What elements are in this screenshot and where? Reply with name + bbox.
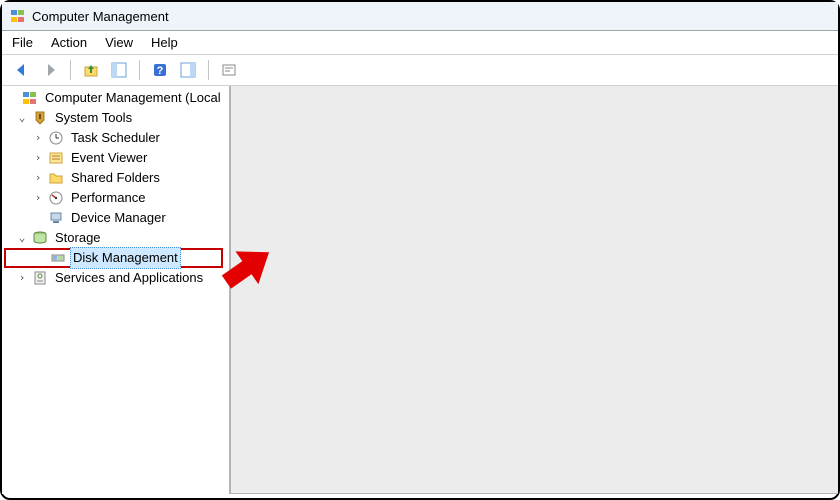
menu-help[interactable]: Help xyxy=(151,35,178,50)
tree-label: Computer Management (Local xyxy=(42,88,224,108)
expander-icon[interactable]: ⌄ xyxy=(16,108,28,128)
menu-action[interactable]: Action xyxy=(51,35,87,50)
clock-icon xyxy=(48,130,64,146)
expander-icon[interactable]: › xyxy=(32,128,44,148)
tree-label: Disk Management xyxy=(70,247,181,269)
toolbar-separator xyxy=(70,60,71,80)
window-title: Computer Management xyxy=(32,9,169,24)
tree-event-viewer[interactable]: › Event Viewer xyxy=(2,148,229,168)
tree-device-manager[interactable]: › Device Manager xyxy=(2,208,229,228)
expander-icon[interactable]: › xyxy=(16,268,28,288)
tree-storage[interactable]: ⌄ Storage xyxy=(2,228,229,248)
services-icon xyxy=(32,270,48,286)
svg-text:?: ? xyxy=(157,65,164,77)
tree-label: System Tools xyxy=(52,108,135,128)
tree-root[interactable]: ▾ Computer Management (Local xyxy=(2,88,229,108)
toolbar: ? xyxy=(2,55,838,86)
disk-management-icon xyxy=(50,250,66,266)
tree-services-apps[interactable]: › Services and Applications xyxy=(2,268,229,288)
menu-file[interactable]: File xyxy=(12,35,33,50)
expander-icon[interactable]: › xyxy=(32,148,44,168)
tree-label: Event Viewer xyxy=(68,148,150,168)
tree-task-scheduler[interactable]: › Task Scheduler xyxy=(2,128,229,148)
tree-pane: ▾ Computer Management (Local ⌄ System To… xyxy=(2,86,230,494)
tree-shared-folders[interactable]: › Shared Folders xyxy=(2,168,229,188)
up-folder-button[interactable] xyxy=(79,59,103,81)
tree-disk-management[interactable]: › Disk Management xyxy=(4,248,223,268)
device-manager-icon xyxy=(48,210,64,226)
system-tools-icon xyxy=(32,110,48,126)
tree-label: Storage xyxy=(52,228,104,248)
show-action-pane-button[interactable] xyxy=(176,59,200,81)
tree-label: Device Manager xyxy=(68,208,169,228)
back-button[interactable] xyxy=(10,59,34,81)
toolbar-separator xyxy=(208,60,209,80)
show-hide-tree-button[interactable] xyxy=(107,59,131,81)
tree-performance[interactable]: › Performance xyxy=(2,188,229,208)
titlebar: Computer Management xyxy=(2,2,838,31)
tree-system-tools[interactable]: ⌄ System Tools xyxy=(2,108,229,128)
expander-icon[interactable]: › xyxy=(32,188,44,208)
toolbar-separator xyxy=(139,60,140,80)
content-pane xyxy=(230,86,838,494)
event-viewer-icon xyxy=(48,150,64,166)
tree-label: Task Scheduler xyxy=(68,128,163,148)
app-icon xyxy=(10,8,26,24)
help-button[interactable]: ? xyxy=(148,59,172,81)
expander-icon[interactable]: › xyxy=(32,168,44,188)
computer-management-icon xyxy=(22,90,38,106)
forward-button[interactable] xyxy=(38,59,62,81)
tree-label: Shared Folders xyxy=(68,168,163,188)
expander-icon[interactable]: ⌄ xyxy=(16,228,28,248)
storage-icon xyxy=(32,230,48,246)
workspace: ▾ Computer Management (Local ⌄ System To… xyxy=(2,86,838,494)
menubar: File Action View Help xyxy=(2,31,838,55)
tree-label: Services and Applications xyxy=(52,268,206,288)
folder-icon xyxy=(48,170,64,186)
properties-button[interactable] xyxy=(217,59,241,81)
console-tree[interactable]: ▾ Computer Management (Local ⌄ System To… xyxy=(2,88,229,288)
performance-icon xyxy=(48,190,64,206)
menu-view[interactable]: View xyxy=(105,35,133,50)
tree-label: Performance xyxy=(68,188,148,208)
